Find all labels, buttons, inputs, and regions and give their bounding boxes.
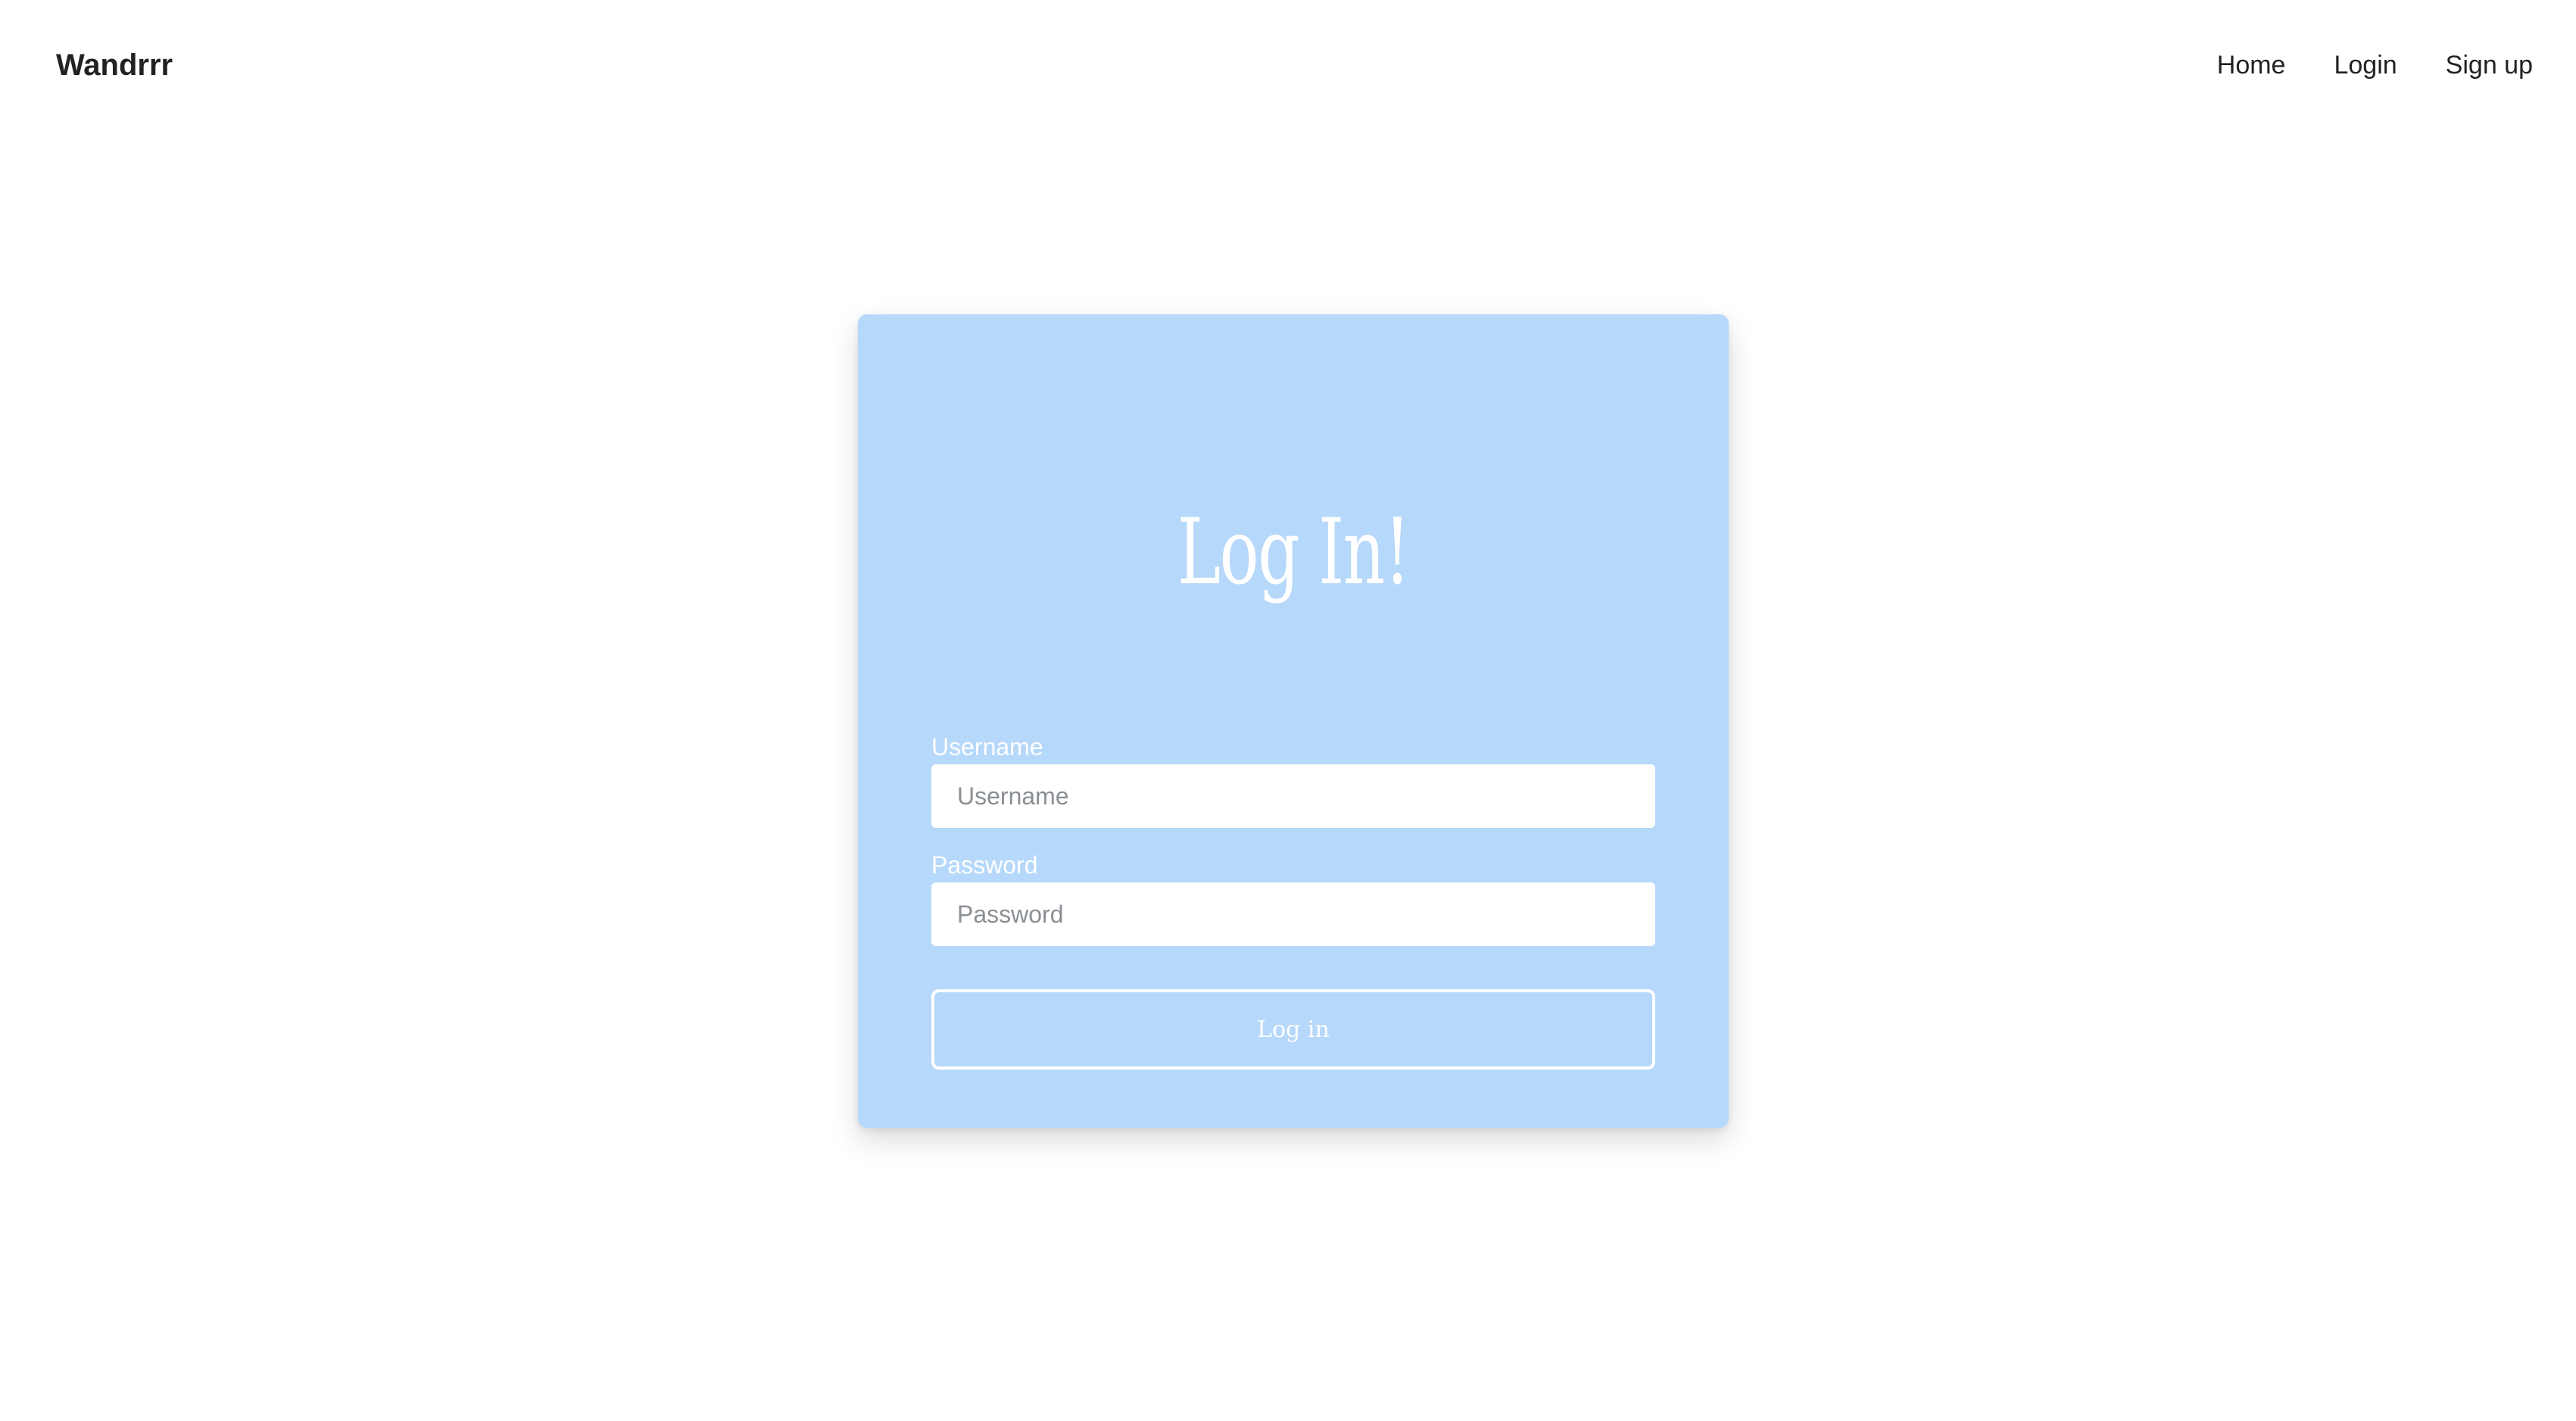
login-card: Log In! Username Password Log in: [858, 314, 1729, 1128]
nav-link-signup[interactable]: Sign up: [2446, 48, 2533, 82]
password-input[interactable]: [931, 882, 1655, 946]
login-button[interactable]: Log in: [931, 989, 1655, 1070]
page-title: Log In!: [1177, 500, 1411, 605]
nav-link-login[interactable]: Login: [2334, 48, 2397, 82]
nav-link-home[interactable]: Home: [2217, 48, 2286, 82]
username-label: Username: [931, 733, 1043, 760]
navbar: Wandrrr Home Login Sign up: [0, 0, 2576, 133]
password-label: Password: [931, 851, 1038, 879]
username-input[interactable]: [931, 764, 1655, 828]
brand-logo-link[interactable]: Wandrrr: [56, 47, 173, 83]
nav-links: Home Login Sign up: [2217, 48, 2533, 82]
